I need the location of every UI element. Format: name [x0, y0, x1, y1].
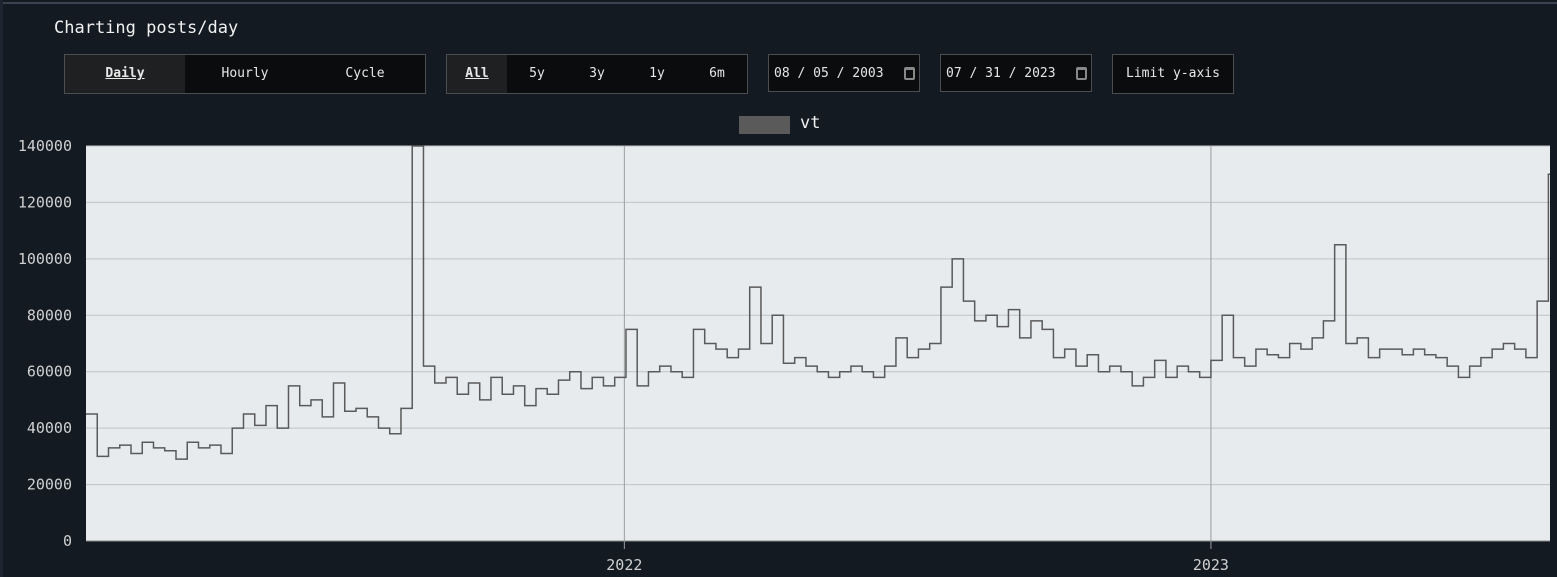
y-tick-label: 100000 [18, 250, 72, 268]
posts-per-day-chart: 0 20000 40000 60000 80000 100000 120000 140000 2… [18, 137, 1550, 574]
x-tick-label: 2023 [1193, 556, 1229, 574]
plot-area [86, 146, 1550, 541]
y-tick-label: 140000 [18, 137, 72, 155]
y-tick-label: 20000 [27, 476, 72, 494]
y-tick-label: 80000 [27, 306, 72, 324]
y-tick-label: 120000 [18, 193, 72, 211]
y-tick-label: 40000 [27, 419, 72, 437]
y-tick-label: 60000 [27, 363, 72, 381]
x-tick-label: 2022 [606, 556, 642, 574]
y-tick-label: 0 [63, 532, 72, 550]
